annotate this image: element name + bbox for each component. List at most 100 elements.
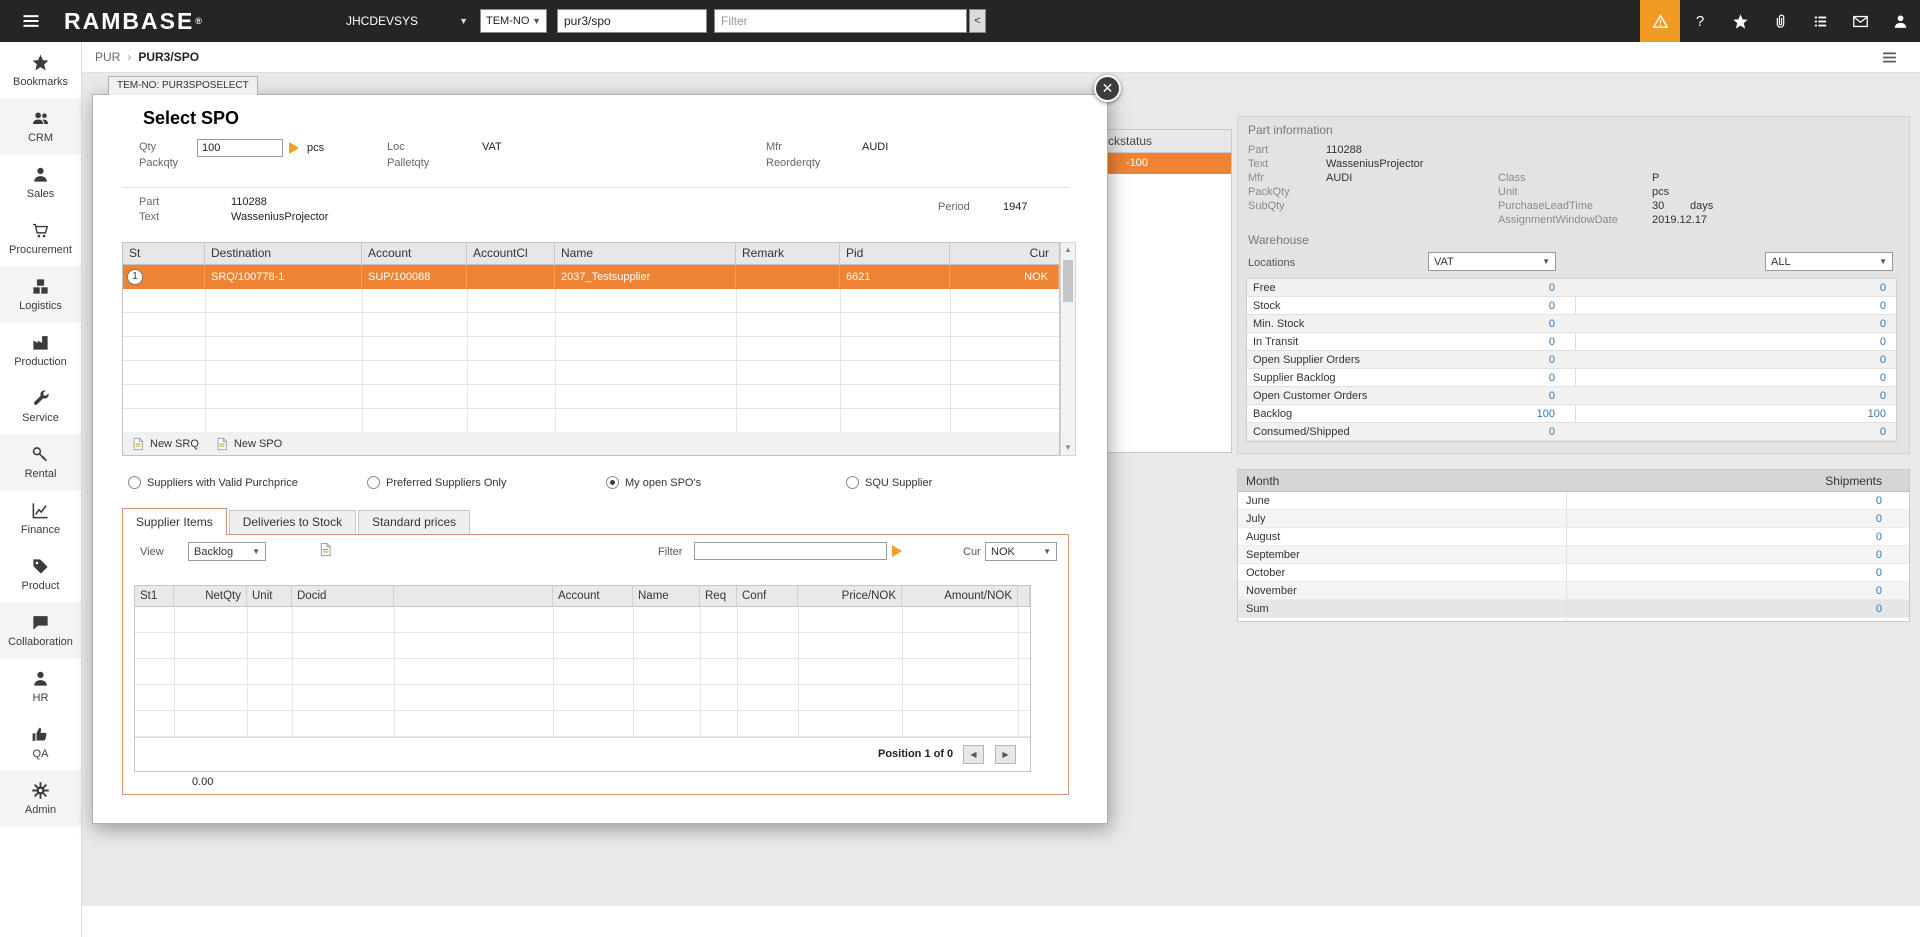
favorites-icon[interactable] <box>1720 0 1760 42</box>
items-filter-input[interactable] <box>694 542 887 560</box>
radio-preferred-suppliers[interactable]: Preferred Suppliers Only <box>367 476 506 489</box>
warehouse-value-link[interactable]: 100 <box>1868 408 1886 420</box>
vertical-scrollbar[interactable]: ▲ ▼ <box>1060 242 1076 456</box>
warehouse-value-link[interactable]: 0 <box>1549 282 1555 294</box>
warehouse-value-link[interactable]: 0 <box>1880 318 1886 330</box>
scroll-up-icon[interactable]: ▲ <box>1061 243 1075 257</box>
sidebar-item-product[interactable]: Product <box>0 546 81 602</box>
system-selector[interactable]: JHCDEVSYS ▼ <box>346 0 468 42</box>
warehouse-value-link[interactable]: 0 <box>1549 354 1555 366</box>
sidebar-item-qa[interactable]: QA <box>0 714 81 770</box>
column-header: Docid <box>292 586 394 606</box>
radio-my-open-spos[interactable]: My open SPO's <box>606 476 701 489</box>
warehouse-value-link[interactable]: 0 <box>1880 372 1886 384</box>
column-header: Pid <box>840 243 950 264</box>
warehouse-value-link[interactable]: 0 <box>1880 300 1886 312</box>
shipments-value[interactable]: 0 <box>1876 549 1882 561</box>
shipments-value[interactable]: 0 <box>1876 495 1882 507</box>
sidebar-item-label: HR <box>33 692 49 704</box>
sidebar-item-sales[interactable]: Sales <box>0 154 81 210</box>
purchase-leadtime-unit: days <box>1690 200 1713 212</box>
warehouse-value-link[interactable]: 0 <box>1549 372 1555 384</box>
row-label: Backlog <box>1247 408 1292 420</box>
orange-arrow-icon[interactable] <box>892 545 902 557</box>
shipments-value[interactable]: 0 <box>1876 567 1882 579</box>
scroll-down-icon[interactable]: ▼ <box>1061 441 1075 455</box>
command-input[interactable] <box>557 9 707 33</box>
thumbs-up-icon <box>31 725 50 744</box>
new-spo-button[interactable]: New SPO <box>215 437 282 451</box>
new-srq-button[interactable]: New SRQ <box>131 437 199 451</box>
rambase-logo[interactable]: RAMBASE® <box>64 0 202 42</box>
shipments-value[interactable]: 0 <box>1876 531 1882 543</box>
warehouse-value-link[interactable]: 0 <box>1880 282 1886 294</box>
shipments-value[interactable]: 0 <box>1876 603 1882 615</box>
loc-label: Loc <box>387 141 405 153</box>
qty-input[interactable] <box>197 139 283 157</box>
warehouse-value-link[interactable]: 0 <box>1880 390 1886 402</box>
sidebar-item-finance[interactable]: Finance <box>0 490 81 546</box>
warehouse-value-link[interactable]: 0 <box>1549 426 1555 438</box>
warehouse-value-link[interactable]: 0 <box>1549 318 1555 330</box>
table-action-bar: New SRQ New SPO <box>122 432 1060 456</box>
shipments-value[interactable]: 0 <box>1876 585 1882 597</box>
warehouse-value-link[interactable]: 0 <box>1880 336 1886 348</box>
sidebar-item-bookmarks[interactable]: Bookmarks <box>0 42 81 98</box>
warehouse-value-link[interactable]: 0 <box>1880 354 1886 366</box>
sidebar-item-production[interactable]: Production <box>0 322 81 378</box>
mfr-link[interactable]: AUDI <box>862 141 888 153</box>
new-srq-label: New SRQ <box>150 438 199 450</box>
mail-icon[interactable] <box>1840 0 1880 42</box>
sidebar-item-hr[interactable]: HR <box>0 658 81 714</box>
program-type-select[interactable]: TEM-NO ▼ <box>480 9 547 33</box>
main-menu-icon[interactable] <box>16 0 46 42</box>
sidebar-item-logistics[interactable]: Logistics <box>0 266 81 322</box>
table-row-selected[interactable]: 1 SRQ/100778-1 SUP/100088 2037_Testsuppl… <box>123 265 1059 289</box>
previous-page-button[interactable]: ◀ <box>963 745 984 764</box>
sidebar-item-collaboration[interactable]: Collaboration <box>0 602 81 658</box>
warehouse-value-link[interactable]: 0 <box>1549 300 1555 312</box>
global-filter-input[interactable] <box>714 9 967 33</box>
location-filter-select[interactable]: ALL ▼ <box>1765 252 1893 271</box>
view-select[interactable]: Backlog ▼ <box>188 542 266 561</box>
mfr-link[interactable]: AUDI <box>1326 172 1352 184</box>
column-header: Unit <box>247 586 292 606</box>
sidebar-item-rental[interactable]: Rental <box>0 434 81 490</box>
tab-supplier-items[interactable]: Supplier Items <box>122 508 227 535</box>
supplier-items-panel: View Backlog ▼ Filter Cur NOK ▼ St1 NetQ… <box>122 534 1069 795</box>
warning-icon[interactable] <box>1640 0 1680 42</box>
radio-valid-purchprice[interactable]: Suppliers with Valid Purchprice <box>128 476 298 489</box>
location-select[interactable]: VAT ▼ <box>1428 252 1556 271</box>
help-icon[interactable]: ? <box>1680 0 1720 42</box>
part-number-link[interactable]: 110288 <box>1326 144 1362 156</box>
sidebar-item-service[interactable]: Service <box>0 378 81 434</box>
table-row: In Transit00 <box>1247 333 1896 351</box>
page-menu-icon[interactable] <box>1881 49 1898 66</box>
sidebar-item-admin[interactable]: Admin <box>0 770 81 826</box>
loc-value: VAT <box>482 141 502 153</box>
radio-squ-supplier[interactable]: SQU Supplier <box>846 476 932 489</box>
tab-deliveries-to-stock[interactable]: Deliveries to Stock <box>229 510 356 534</box>
scrollbar-thumb[interactable] <box>1063 260 1073 302</box>
user-icon[interactable] <box>1880 0 1920 42</box>
warehouse-value-link[interactable]: 0 <box>1880 426 1886 438</box>
task-list-icon[interactable] <box>1800 0 1840 42</box>
gear-icon <box>31 781 50 800</box>
warehouse-value-link[interactable]: 100 <box>1537 408 1555 420</box>
document-icon[interactable] <box>318 542 333 557</box>
orange-arrow-icon[interactable] <box>289 142 299 154</box>
next-page-button[interactable]: ▶ <box>995 745 1016 764</box>
close-icon[interactable]: ✕ <box>1094 75 1121 102</box>
sidebar-item-procurement[interactable]: Procurement <box>0 210 81 266</box>
collapse-search-button[interactable]: < <box>969 9 986 33</box>
sidebar-item-crm[interactable]: CRM <box>0 98 81 154</box>
cur-select[interactable]: NOK ▼ <box>985 542 1057 561</box>
warehouse-value-link[interactable]: 0 <box>1549 390 1555 402</box>
tab-standard-prices[interactable]: Standard prices <box>358 510 470 534</box>
attachment-icon[interactable] <box>1760 0 1800 42</box>
breadcrumb-root[interactable]: PUR <box>95 50 120 64</box>
shipments-value[interactable]: 0 <box>1876 513 1882 525</box>
warehouse-value-link[interactable]: 0 <box>1549 336 1555 348</box>
modal-window-tab[interactable]: TEM-NO: PUR3SPOSELECT <box>108 76 258 95</box>
part-number-link[interactable]: 110288 <box>231 196 267 208</box>
